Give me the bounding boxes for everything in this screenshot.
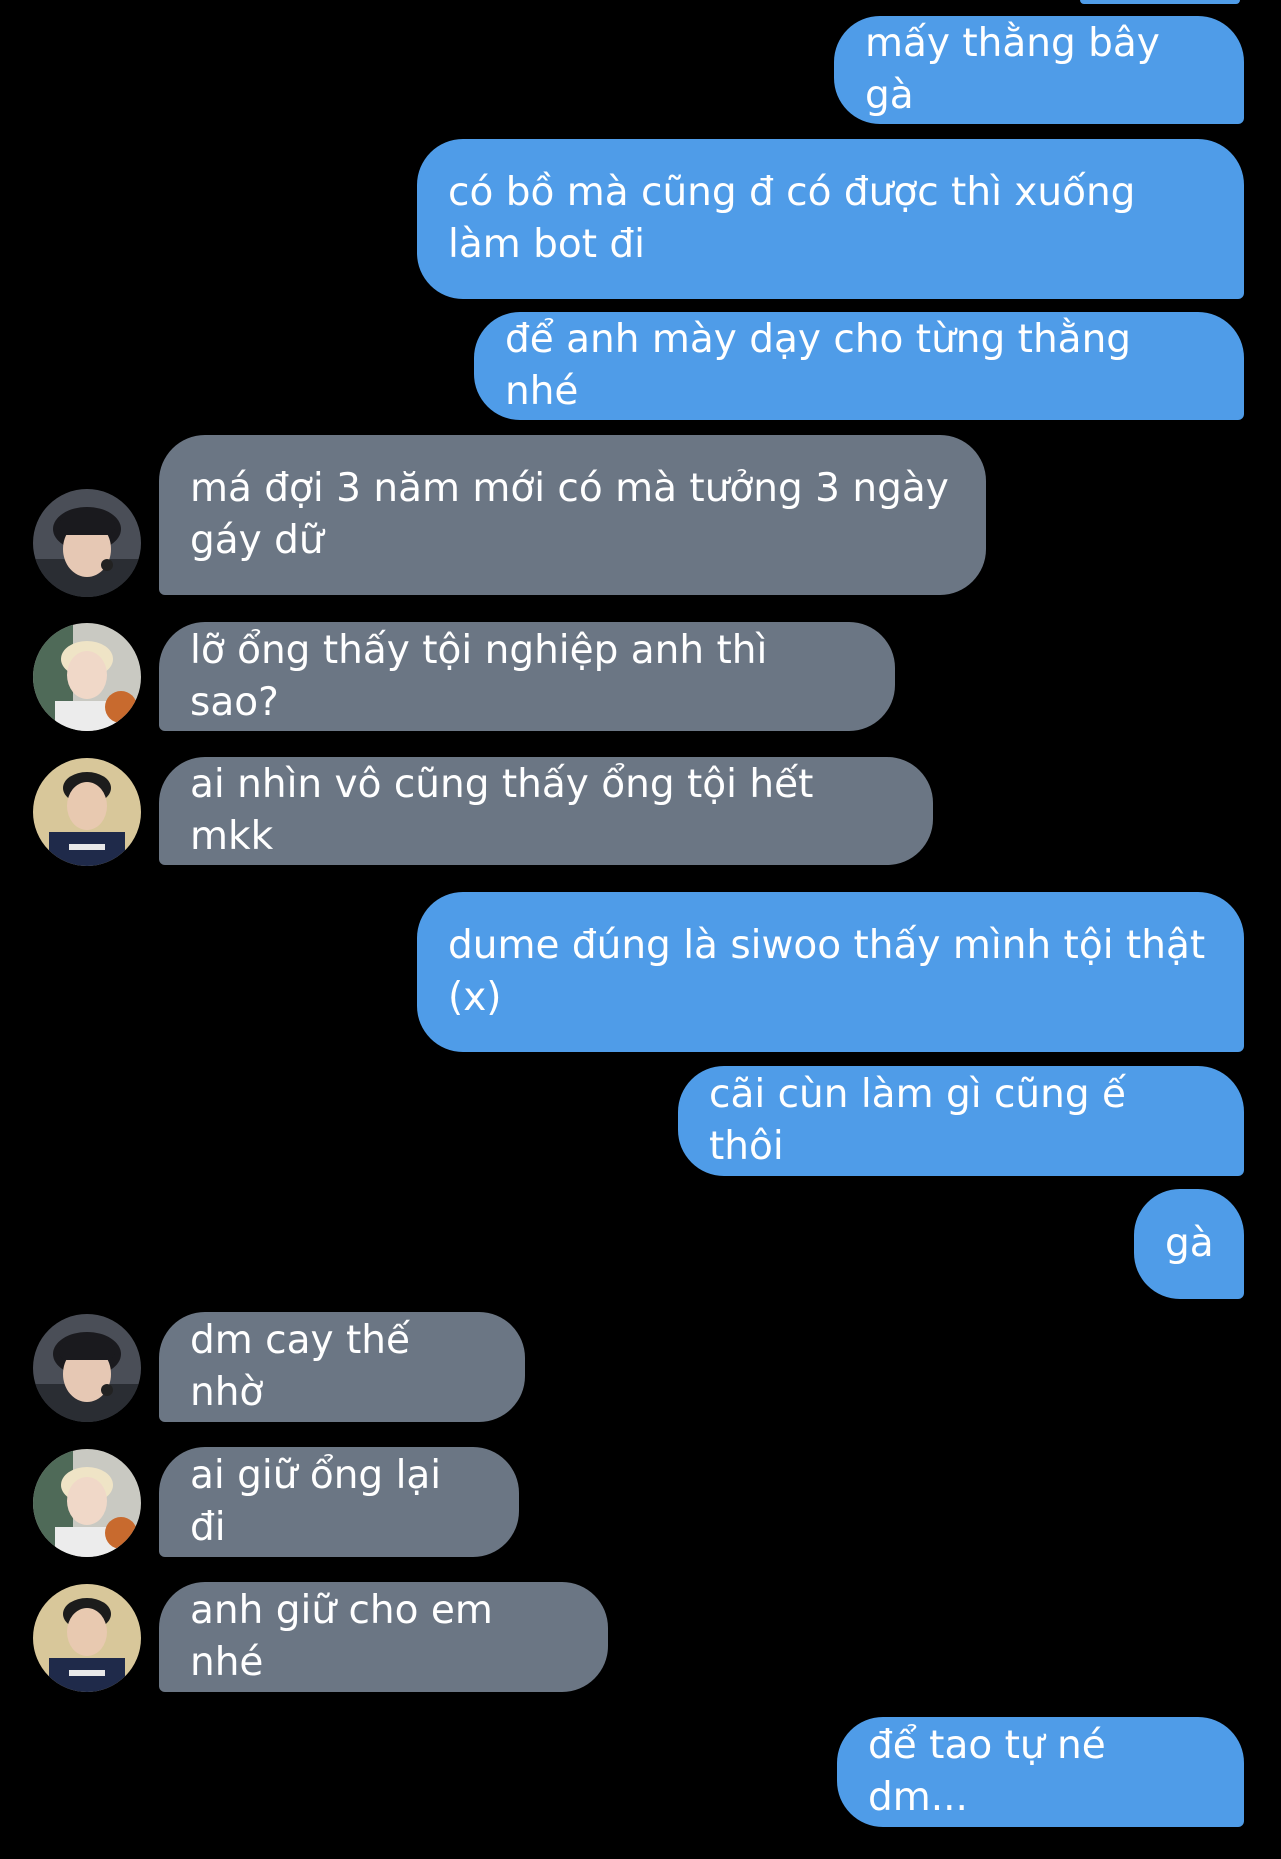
- incoming-message[interactable]: má đợi 3 năm mới có mà tưởng 3 ngày gáy …: [159, 435, 986, 595]
- message-text: có bồ mà cũng đ có được thì xuống làm bo…: [448, 170, 1148, 267]
- message-text: lỡ ổng thấy tội nghiệp anh thì sao?: [190, 627, 780, 725]
- message-text: mấy thằng bây gà: [865, 21, 1173, 118]
- avatar-2[interactable]: [33, 623, 141, 731]
- incoming-message[interactable]: ai nhìn vô cũng thấy ổng tội hết mkk: [159, 757, 933, 865]
- incoming-message[interactable]: anh giữ cho em nhé: [159, 1582, 608, 1692]
- message-text: ai giữ ổng lại đi: [190, 1453, 454, 1550]
- avatar-1[interactable]: [33, 489, 141, 597]
- outgoing-message[interactable]: cãi cùn làm gì cũng ế thôi: [678, 1066, 1244, 1176]
- outgoing-message[interactable]: mấy thằng bây gà: [834, 16, 1244, 124]
- chat-thread: mấy thằng bây gà có bồ mà cũng đ có được…: [0, 0, 1281, 1859]
- outgoing-message[interactable]: có bồ mà cũng đ có được thì xuống làm bo…: [417, 139, 1244, 299]
- incoming-message[interactable]: lỡ ổng thấy tội nghiệp anh thì sao?: [159, 622, 895, 731]
- outgoing-message[interactable]: gà: [1134, 1189, 1244, 1299]
- message-text: má đợi 3 năm mới có mà tưởng 3 ngày gáy …: [190, 466, 962, 563]
- outgoing-message[interactable]: để tao tự né dm...: [837, 1717, 1244, 1827]
- previous-message-edge: [1080, 0, 1240, 4]
- message-text: dm cay thế nhờ: [190, 1318, 423, 1415]
- message-text: anh giữ cho em nhé: [190, 1588, 506, 1685]
- message-text: để tao tự né dm...: [868, 1723, 1119, 1820]
- message-text: gà: [1165, 1221, 1214, 1266]
- avatar-3[interactable]: [33, 758, 141, 866]
- avatar-2[interactable]: [33, 1449, 141, 1557]
- incoming-message[interactable]: ai giữ ổng lại đi: [159, 1447, 519, 1557]
- avatar-1[interactable]: [33, 1314, 141, 1422]
- message-text: dume đúng là siwoo thấy mình tội thật (x…: [448, 923, 1218, 1020]
- avatar-3[interactable]: [33, 1584, 141, 1692]
- message-text: cãi cùn làm gì cũng ế thôi: [709, 1072, 1139, 1169]
- outgoing-message[interactable]: để anh mày dạy cho từng thằng nhé: [474, 312, 1244, 420]
- message-text: để anh mày dạy cho từng thằng nhé: [505, 317, 1144, 414]
- outgoing-message[interactable]: dume đúng là siwoo thấy mình tội thật (x…: [417, 892, 1244, 1052]
- message-text: ai nhìn vô cũng thấy ổng tội hết mkk: [190, 762, 826, 859]
- incoming-message[interactable]: dm cay thế nhờ: [159, 1312, 525, 1422]
